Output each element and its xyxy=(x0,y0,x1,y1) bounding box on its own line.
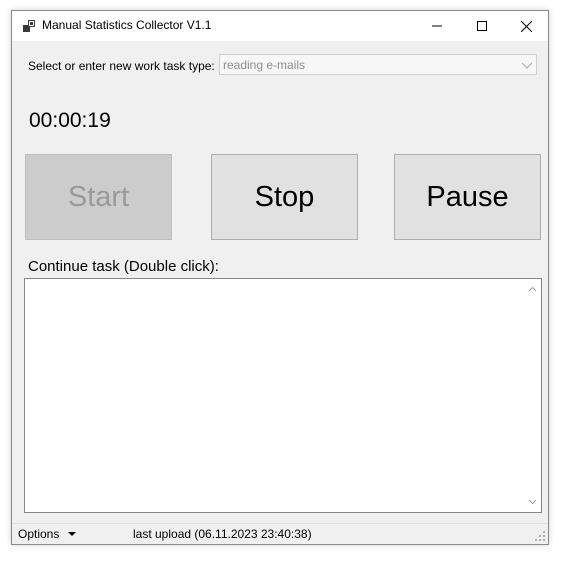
pause-button[interactable]: Pause xyxy=(394,154,541,240)
minimize-icon xyxy=(432,25,442,27)
start-button[interactable]: Start xyxy=(25,154,172,240)
options-label: Options xyxy=(18,527,60,541)
last-upload-status: last upload (06.11.2023 23:40:38) xyxy=(133,527,312,541)
continue-task-list[interactable] xyxy=(24,278,542,513)
task-type-combobox[interactable]: reading e-mails xyxy=(219,54,537,75)
close-button[interactable] xyxy=(503,11,549,41)
resize-grip-icon[interactable] xyxy=(535,531,546,542)
scroll-down-arrow-icon[interactable] xyxy=(528,497,537,506)
status-bar: Options last upload (06.11.2023 23:40:38… xyxy=(12,523,548,544)
chevron-down-icon[interactable] xyxy=(521,60,533,70)
task-type-label: Select or enter new work task type: xyxy=(28,59,215,73)
scroll-up-arrow-icon[interactable] xyxy=(528,285,537,294)
stop-button[interactable]: Stop xyxy=(211,154,358,240)
elapsed-timer: 00:00:19 xyxy=(29,109,111,132)
dropdown-arrow-icon xyxy=(68,532,77,536)
window-title: Manual Statistics Collector V1.1 xyxy=(42,18,212,32)
minimize-button[interactable] xyxy=(414,11,460,41)
continue-task-label: Continue task (Double click): xyxy=(28,258,219,275)
maximize-button[interactable] xyxy=(459,11,505,41)
options-dropdown-button[interactable]: Options xyxy=(18,526,77,542)
title-bar[interactable]: Manual Statistics Collector V1.1 xyxy=(12,11,548,41)
maximize-icon xyxy=(477,21,487,31)
app-icon xyxy=(23,20,35,32)
task-type-value[interactable]: reading e-mails xyxy=(223,58,305,72)
close-icon xyxy=(520,20,532,32)
vertical-scrollbar[interactable] xyxy=(524,279,541,512)
app-window: Manual Statistics Collector V1.1 Select … xyxy=(11,10,549,545)
